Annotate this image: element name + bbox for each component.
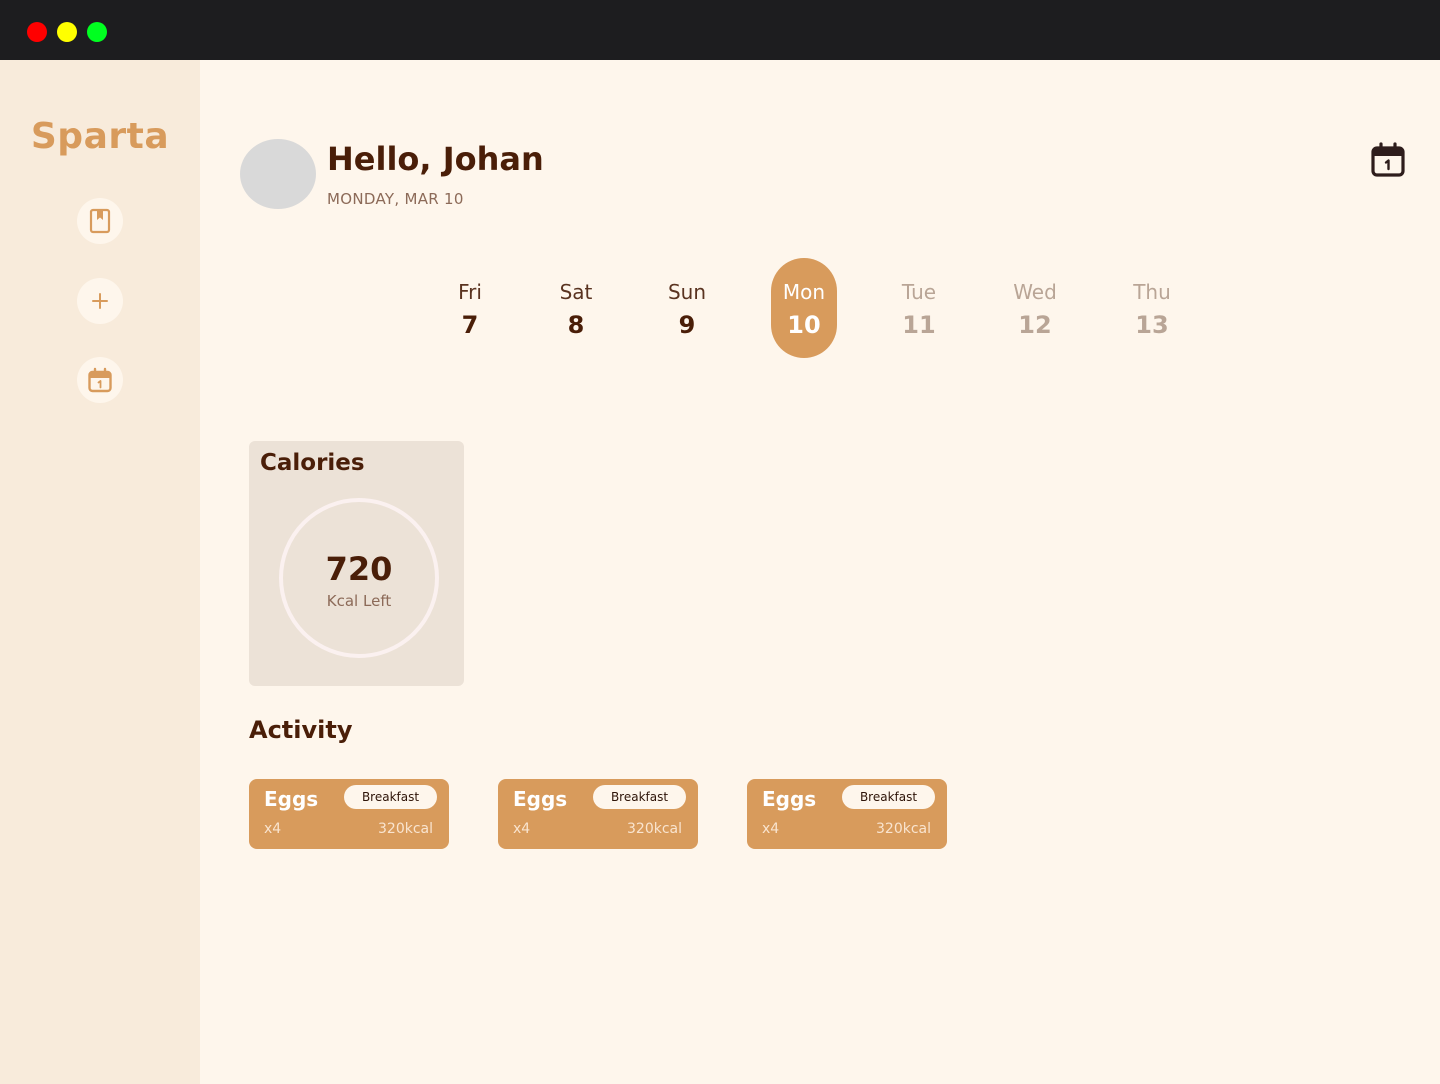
current-date: MONDAY, MAR 10	[327, 190, 464, 208]
plus-icon	[92, 293, 108, 309]
day-name: Wed	[1013, 280, 1057, 304]
sidebar-item-journal[interactable]	[77, 198, 123, 244]
food-quantity: x4	[513, 821, 531, 837]
calories-remaining-value: 720	[325, 550, 393, 588]
activity-card[interactable]: Eggs Breakfast x4 320kcal	[498, 779, 698, 849]
avatar[interactable]	[240, 139, 316, 209]
food-quantity: x4	[762, 821, 780, 837]
food-name: Eggs	[264, 787, 319, 811]
food-name: Eggs	[513, 787, 568, 811]
day-number: 12	[1018, 311, 1052, 339]
sidebar: Sparta	[0, 60, 200, 1084]
day-tue-11[interactable]: Tue 11	[886, 258, 952, 358]
day-number: 11	[902, 311, 936, 339]
calories-card: Calories 720 Kcal Left	[249, 441, 464, 686]
day-fri-7[interactable]: Fri 7	[437, 258, 503, 358]
food-quantity: x4	[264, 821, 282, 837]
meal-tag: Breakfast	[593, 785, 686, 809]
sidebar-item-add[interactable]	[77, 278, 123, 324]
greeting-text: Hello,	[327, 140, 443, 178]
day-thu-13[interactable]: Thu 13	[1119, 258, 1185, 358]
greeting: Hello, Johan	[327, 140, 544, 178]
day-wed-12[interactable]: Wed 12	[1002, 258, 1068, 358]
day-name: Fri	[458, 280, 482, 304]
user-name: Johan	[442, 140, 544, 178]
meal-tag: Breakfast	[842, 785, 935, 809]
maximize-window-button[interactable]	[87, 22, 107, 42]
day-name: Tue	[901, 280, 937, 304]
food-name: Eggs	[762, 787, 817, 811]
calories-remaining-label: Kcal Left	[326, 592, 392, 610]
book-icon	[89, 208, 111, 234]
day-name: Thu	[1133, 280, 1171, 304]
day-sat-8[interactable]: Sat 8	[543, 258, 609, 358]
sidebar-item-calendar[interactable]	[77, 357, 123, 403]
calendar-icon	[88, 367, 112, 393]
activity-card[interactable]: Eggs Breakfast x4 320kcal	[249, 779, 449, 849]
minimize-window-button[interactable]	[57, 22, 77, 42]
calendar-button[interactable]	[1368, 140, 1408, 180]
day-name: Mon	[782, 280, 826, 304]
calories-ring: 720 Kcal Left	[279, 498, 439, 658]
day-sun-9[interactable]: Sun 9	[654, 258, 720, 358]
food-kcal: 320kcal	[876, 821, 931, 837]
meal-tag: Breakfast	[344, 785, 437, 809]
activity-card[interactable]: Eggs Breakfast x4 320kcal	[747, 779, 947, 849]
day-number: 9	[678, 311, 696, 339]
brand-logo[interactable]: Sparta	[0, 116, 200, 157]
calendar-icon	[1371, 142, 1405, 177]
window-titlebar	[0, 0, 1440, 60]
day-number: 10	[787, 311, 821, 339]
food-kcal: 320kcal	[627, 821, 682, 837]
calories-title: Calories	[260, 450, 365, 476]
day-name: Sun	[667, 280, 707, 304]
day-mon-10-selected[interactable]: Mon 10	[771, 258, 837, 358]
close-window-button[interactable]	[27, 22, 47, 42]
day-number: 8	[567, 311, 585, 339]
day-number: 7	[461, 311, 479, 339]
activity-title: Activity	[249, 716, 353, 744]
day-name: Sat	[559, 280, 593, 304]
food-kcal: 320kcal	[378, 821, 433, 837]
day-number: 13	[1135, 311, 1169, 339]
